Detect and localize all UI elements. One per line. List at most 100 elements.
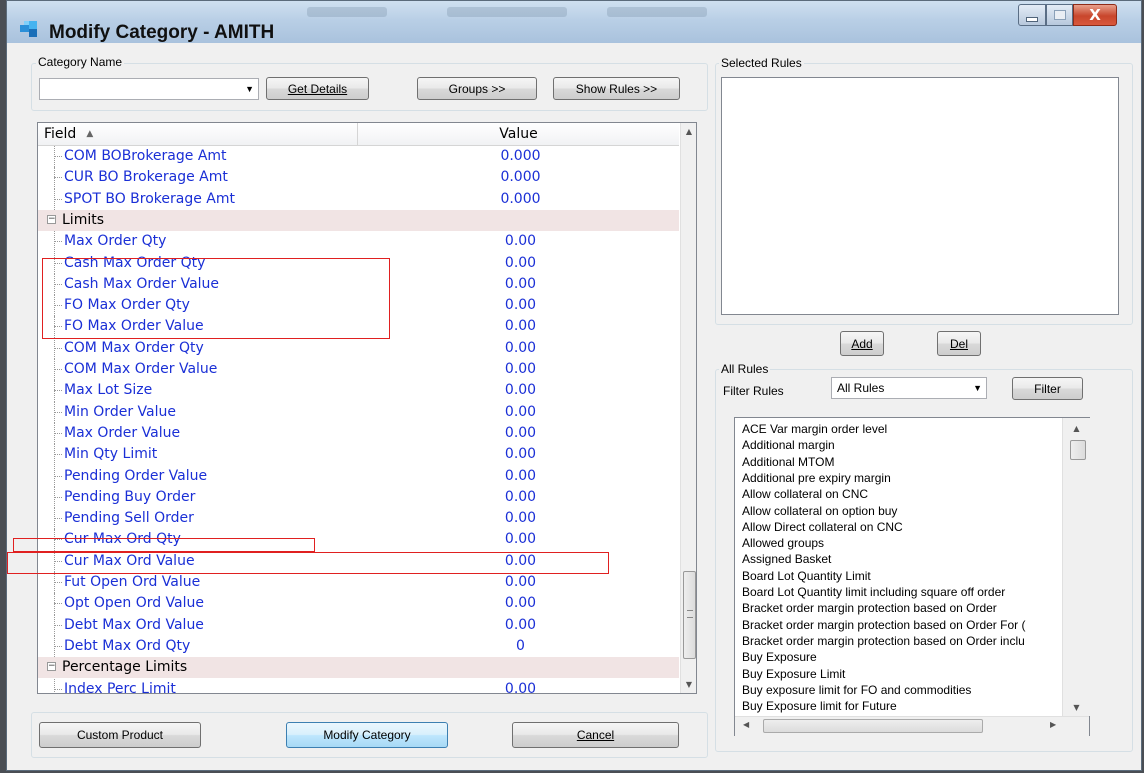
field-value[interactable]: 0.00 <box>358 318 679 334</box>
chevron-down-icon: ▼ <box>245 84 254 94</box>
close-button[interactable]: X <box>1073 4 1117 26</box>
grid-row[interactable]: Index Perc Limit 0.00 <box>38 678 679 694</box>
custom-product-button[interactable]: Custom Product <box>39 722 201 748</box>
rules-vertical-scrollbar[interactable]: ▲ ▼ <box>1062 418 1090 716</box>
all-rules-list[interactable]: ACE Var margin order level Additional mar… <box>734 417 1090 736</box>
field-value[interactable]: 0.00 <box>358 404 679 420</box>
maximize-button[interactable] <box>1046 4 1073 26</box>
grid-vertical-scrollbar[interactable]: ▲ ▼ <box>680 123 696 693</box>
field-value[interactable]: 0.00 <box>358 297 679 313</box>
field-value[interactable]: 0.00 <box>358 617 679 633</box>
field-value[interactable]: 0.000 <box>358 191 679 207</box>
rule-list-item[interactable]: Buy Exposure Limit <box>742 667 845 681</box>
scroll-left-icon[interactable]: ◀ <box>743 720 749 729</box>
rule-list-item[interactable]: Buy Exposure <box>742 650 817 664</box>
collapse-icon[interactable]: − <box>47 662 56 672</box>
grid-row[interactable]: Min Order Value 0.00 <box>38 401 679 423</box>
field-value[interactable]: 0.00 <box>358 510 679 526</box>
tree-line <box>54 582 62 583</box>
grid-row[interactable]: Pending Buy Order 0.00 <box>38 486 679 509</box>
selected-rules-list[interactable] <box>721 77 1119 315</box>
groups-button[interactable]: Groups >> <box>417 77 537 100</box>
grid-row[interactable]: SPOT BO Brokerage Amt 0.000 <box>38 188 679 210</box>
field-value[interactable]: 0.00 <box>358 340 679 356</box>
field-value[interactable]: 0.00 <box>358 255 679 271</box>
rule-list-item[interactable]: Buy Exposure limit for Future <box>742 699 897 713</box>
rule-list-item[interactable]: Bracket order margin protection based on… <box>742 618 1025 632</box>
scroll-up-icon[interactable]: ▲ <box>1063 420 1090 437</box>
grid-row[interactable]: Pending Order Value 0.00 <box>38 465 679 487</box>
grid-row[interactable]: Debt Max Ord Value 0.00 <box>38 614 679 636</box>
property-grid[interactable]: Field ▲ Value COM BOBrokerage Amt 0.000 CU… <box>37 122 697 694</box>
rule-list-item[interactable]: Buy exposure limit for FO and commoditie… <box>742 683 971 697</box>
del-rule-button[interactable]: Del <box>937 331 981 356</box>
grid-row[interactable]: Fut Open Ord Value 0.00 <box>38 572 679 594</box>
grid-row[interactable]: COM BOBrokerage Amt 0.000 <box>38 146 679 168</box>
grid-row[interactable]: COM Max Order Value 0.00 <box>38 359 679 381</box>
rule-list-item[interactable]: Bracket order margin protection based on… <box>742 601 997 615</box>
grid-row[interactable]: Max Order Qty 0.00 <box>38 231 679 253</box>
scroll-up-icon[interactable]: ▲ <box>681 123 696 140</box>
grid-row[interactable]: Min Qty Limit 0.00 <box>38 444 679 466</box>
value-column-header[interactable]: Value <box>358 123 679 145</box>
category-name-combo[interactable]: ▼ <box>39 78 259 100</box>
grip-icon <box>687 610 693 618</box>
rule-list-item[interactable]: Additional margin <box>742 438 835 452</box>
field-value[interactable]: 0.00 <box>358 681 679 694</box>
rule-list-item[interactable]: ACE Var margin order level <box>742 422 887 436</box>
grid-row[interactable]: Max Order Value 0.00 <box>38 422 679 445</box>
collapse-icon[interactable]: − <box>47 214 56 224</box>
add-rule-button[interactable]: Add <box>840 331 884 356</box>
rule-list-item[interactable]: Allow collateral on option buy <box>742 504 897 518</box>
field-column-header[interactable]: Field ▲ <box>38 123 358 145</box>
show-rules-button[interactable]: Show Rules >> <box>553 77 680 100</box>
cancel-button[interactable]: Cancel <box>512 722 679 748</box>
sort-ascending-icon: ▲ <box>86 129 94 139</box>
filter-rules-combo[interactable]: All Rules ▼ <box>831 377 987 399</box>
horizontal-scroll-thumb[interactable] <box>763 719 983 733</box>
field-value[interactable]: 0.00 <box>358 489 679 505</box>
grid-row[interactable]: CUR BO Brokerage Amt 0.000 <box>38 167 679 189</box>
field-value[interactable]: 0.00 <box>358 574 679 590</box>
grid-row[interactable]: COM Max Order Qty 0.00 <box>38 337 679 359</box>
field-value[interactable]: 0.00 <box>358 361 679 377</box>
field-value[interactable]: 0 <box>358 638 679 654</box>
field-value[interactable]: 0.00 <box>358 276 679 292</box>
scroll-thumb[interactable] <box>1070 440 1086 460</box>
field-value[interactable]: 0.00 <box>358 382 679 398</box>
field-name: Pending Sell Order <box>64 510 194 527</box>
scroll-down-icon[interactable]: ▼ <box>681 676 696 693</box>
grid-row[interactable]: Opt Open Ord Value 0.00 <box>38 593 679 615</box>
rule-list-item[interactable]: Allowed groups <box>742 536 824 550</box>
grid-row[interactable]: Pending Sell Order 0.00 <box>38 508 679 530</box>
rule-list-item[interactable]: Board Lot Quantity limit including squar… <box>742 585 1005 599</box>
rule-list-item[interactable]: Allow Direct collateral on CNC <box>742 520 903 534</box>
field-name: Fut Open Ord Value <box>64 574 201 590</box>
minimize-button[interactable] <box>1018 4 1046 26</box>
grid-row[interactable]: Max Lot Size 0.00 <box>38 380 679 402</box>
scroll-right-icon[interactable]: ▶ <box>1050 720 1056 729</box>
field-value[interactable]: 0.00 <box>358 595 679 611</box>
field-value[interactable]: 0.00 <box>358 425 679 441</box>
filter-button[interactable]: Filter <box>1012 377 1083 400</box>
rule-list-item[interactable]: Additional MTOM <box>742 455 834 469</box>
field-value[interactable]: 0.00 <box>358 446 679 462</box>
grid-category-row[interactable]: − Percentage Limits <box>38 657 679 679</box>
rule-list-item[interactable]: Allow collateral on CNC <box>742 487 868 501</box>
rule-list-item[interactable]: Assigned Basket <box>742 552 831 566</box>
rule-list-item[interactable]: Bracket order margin protection based on… <box>742 634 1025 648</box>
scroll-thumb[interactable] <box>683 571 696 659</box>
get-details-button[interactable]: Get Details <box>266 77 369 100</box>
field-value[interactable]: 0.00 <box>358 233 679 249</box>
rule-list-item[interactable]: Additional pre expiry margin <box>742 471 891 485</box>
grid-row[interactable]: Debt Max Ord Qty 0 <box>38 635 679 658</box>
rule-list-item[interactable]: Board Lot Quantity Limit <box>742 569 871 583</box>
field-value[interactable]: 0.00 <box>358 468 679 484</box>
field-value[interactable]: 0.000 <box>358 148 679 164</box>
field-value[interactable]: 0.00 <box>358 531 679 547</box>
field-value[interactable]: 0.000 <box>358 169 679 185</box>
modify-category-button[interactable]: Modify Category <box>286 722 448 748</box>
rules-horizontal-scrollbar[interactable]: ◀ ▶ <box>735 716 1089 736</box>
grid-category-row[interactable]: − Limits <box>38 209 679 232</box>
scroll-down-icon[interactable]: ▼ <box>1063 699 1090 716</box>
